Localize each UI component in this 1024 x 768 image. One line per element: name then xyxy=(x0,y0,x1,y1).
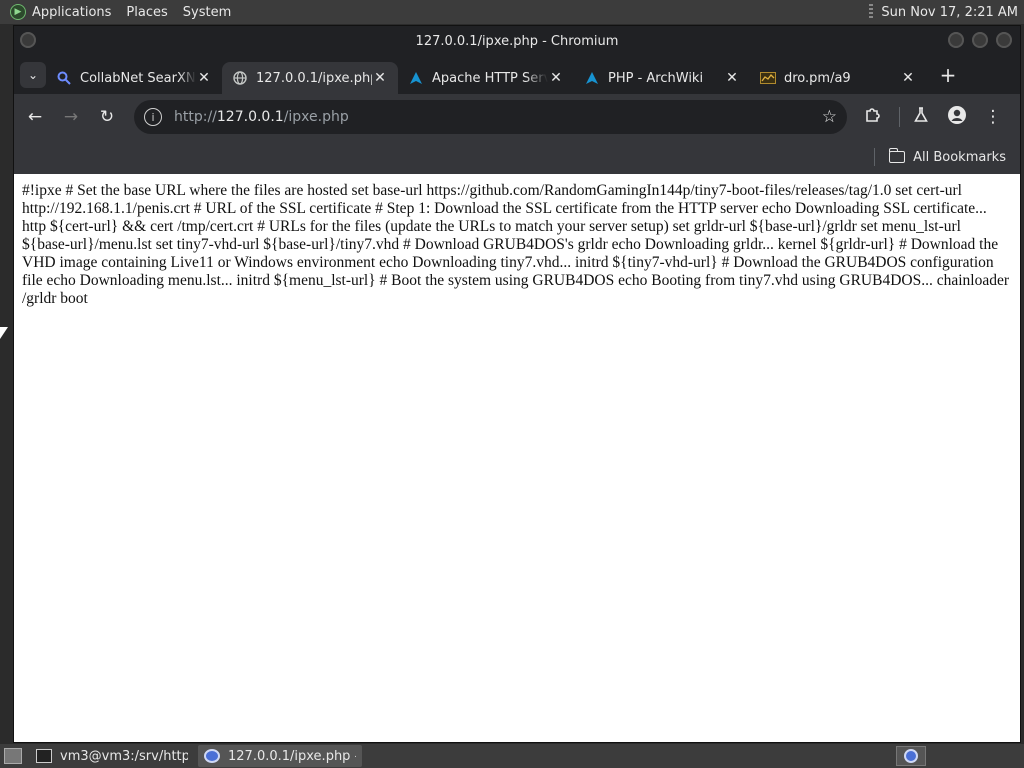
top-panel: ▶ Applications Places System Sun Nov 17,… xyxy=(0,0,1024,24)
globe-icon xyxy=(232,70,248,86)
dropm-icon xyxy=(760,70,776,86)
panel-menu: ▶ Applications Places System xyxy=(0,0,246,24)
mouse-pointer-icon xyxy=(0,327,8,339)
flask-icon xyxy=(913,106,929,128)
close-icon[interactable]: ✕ xyxy=(724,70,740,86)
task-label: 127.0.0.1/ipxe.php - ... xyxy=(228,748,356,764)
tab-php-archwiki[interactable]: PHP - ArchWiki ✕ xyxy=(574,62,750,94)
tab-title: 127.0.0.1/ipxe.php xyxy=(256,70,372,86)
tab-searxng[interactable]: CollabNet SearXNG ✕ xyxy=(46,62,222,94)
close-icon[interactable]: ✕ xyxy=(372,70,388,86)
chromium-tray-icon xyxy=(904,749,918,763)
close-icon[interactable]: ✕ xyxy=(900,70,916,86)
maximize-icon[interactable] xyxy=(972,32,988,48)
task-chromium[interactable]: 127.0.0.1/ipxe.php - ... xyxy=(198,745,362,767)
tab-title: PHP - ArchWiki xyxy=(608,70,704,86)
reload-icon: ↻ xyxy=(99,107,115,127)
arch-icon xyxy=(408,70,424,86)
arrow-left-icon: ← xyxy=(27,107,43,127)
window-controls xyxy=(948,32,1012,48)
avatar-icon xyxy=(947,105,967,130)
panel-handle-icon[interactable] xyxy=(869,4,874,20)
minimize-icon[interactable] xyxy=(948,32,964,48)
toolbar: ← → ↻ i http://127.0.0.1/ipxe.php ☆ ⋮ xyxy=(14,94,1020,140)
bookmark-star-icon[interactable]: ☆ xyxy=(822,107,837,127)
task-terminal[interactable]: vm3@vm3:/srv/http xyxy=(30,745,194,767)
bookmarks-bar: All Bookmarks xyxy=(14,140,1020,174)
terminal-icon xyxy=(36,749,52,763)
taskbar: vm3@vm3:/srv/http 127.0.0.1/ipxe.php - .… xyxy=(0,744,1024,768)
browser-window: 127.0.0.1/ipxe.php - Chromium ⌄ CollabNe… xyxy=(14,26,1020,742)
url-path: /ipxe.php xyxy=(283,109,349,125)
show-desktop-icon[interactable] xyxy=(4,748,22,764)
page-body-text: #!ipxe # Set the base URL where the file… xyxy=(22,182,1009,307)
window-menu-icon[interactable] xyxy=(20,32,36,48)
page-content: #!ipxe # Set the base URL where the file… xyxy=(14,174,1020,742)
kebab-menu-icon: ⋮ xyxy=(984,107,1002,127)
window-title: 127.0.0.1/ipxe.php - Chromium xyxy=(415,33,619,49)
url-host: 127.0.0.1 xyxy=(216,109,284,125)
chevron-down-icon: ⌄ xyxy=(27,68,39,82)
close-icon[interactable]: ✕ xyxy=(548,70,564,86)
menu-system[interactable]: System xyxy=(183,5,240,20)
menu-applications[interactable]: Applications xyxy=(32,5,120,20)
tab-dropm[interactable]: dro.pm/a9 ✕ xyxy=(750,62,926,94)
bookmarks-separator xyxy=(874,148,876,166)
labs-button[interactable] xyxy=(906,102,936,132)
back-button[interactable]: ← xyxy=(20,102,50,132)
workspace-switcher[interactable] xyxy=(896,746,926,766)
puzzle-icon xyxy=(864,107,880,128)
menu-button[interactable]: ⋮ xyxy=(978,102,1008,132)
reload-button[interactable]: ↻ xyxy=(92,102,122,132)
clock[interactable]: Sun Nov 17, 2:21 AM xyxy=(881,5,1018,20)
tab-title: Apache HTTP Server xyxy=(432,70,548,86)
profile-button[interactable] xyxy=(942,102,972,132)
arrow-right-icon: → xyxy=(63,107,79,127)
extensions-button[interactable] xyxy=(857,102,887,132)
menu-places[interactable]: Places xyxy=(126,5,176,20)
distro-logo-icon[interactable]: ▶ xyxy=(10,4,26,20)
chromium-icon xyxy=(204,749,220,763)
folder-icon xyxy=(888,148,906,163)
url-scheme: http:// xyxy=(174,109,217,125)
arch-icon xyxy=(584,70,600,86)
new-tab-button[interactable]: + xyxy=(934,61,962,89)
tab-strip: ⌄ CollabNet SearXNG ✕ 127.0.0.1/ipxe.php… xyxy=(14,56,1020,94)
tab-ipxe[interactable]: 127.0.0.1/ipxe.php ✕ xyxy=(222,62,398,94)
address-bar[interactable]: i http://127.0.0.1/ipxe.php ☆ xyxy=(134,100,847,134)
close-icon[interactable]: ✕ xyxy=(196,70,212,86)
forward-button[interactable]: → xyxy=(56,102,86,132)
toolbar-separator xyxy=(899,107,900,127)
tab-title: CollabNet SearXNG xyxy=(80,70,196,86)
tab-title: dro.pm/a9 xyxy=(784,70,851,86)
task-label: vm3@vm3:/srv/http xyxy=(60,748,188,764)
panel-right: Sun Nov 17, 2:21 AM xyxy=(869,4,1024,20)
search-icon xyxy=(56,70,72,86)
info-icon[interactable]: i xyxy=(144,108,162,126)
plus-icon: + xyxy=(939,63,957,87)
tab-search-button[interactable]: ⌄ xyxy=(20,62,46,88)
all-bookmarks-button[interactable]: All Bookmarks xyxy=(913,150,1006,165)
tab-apache[interactable]: Apache HTTP Server ✕ xyxy=(398,62,574,94)
close-window-icon[interactable] xyxy=(996,32,1012,48)
title-bar[interactable]: 127.0.0.1/ipxe.php - Chromium xyxy=(14,26,1020,56)
